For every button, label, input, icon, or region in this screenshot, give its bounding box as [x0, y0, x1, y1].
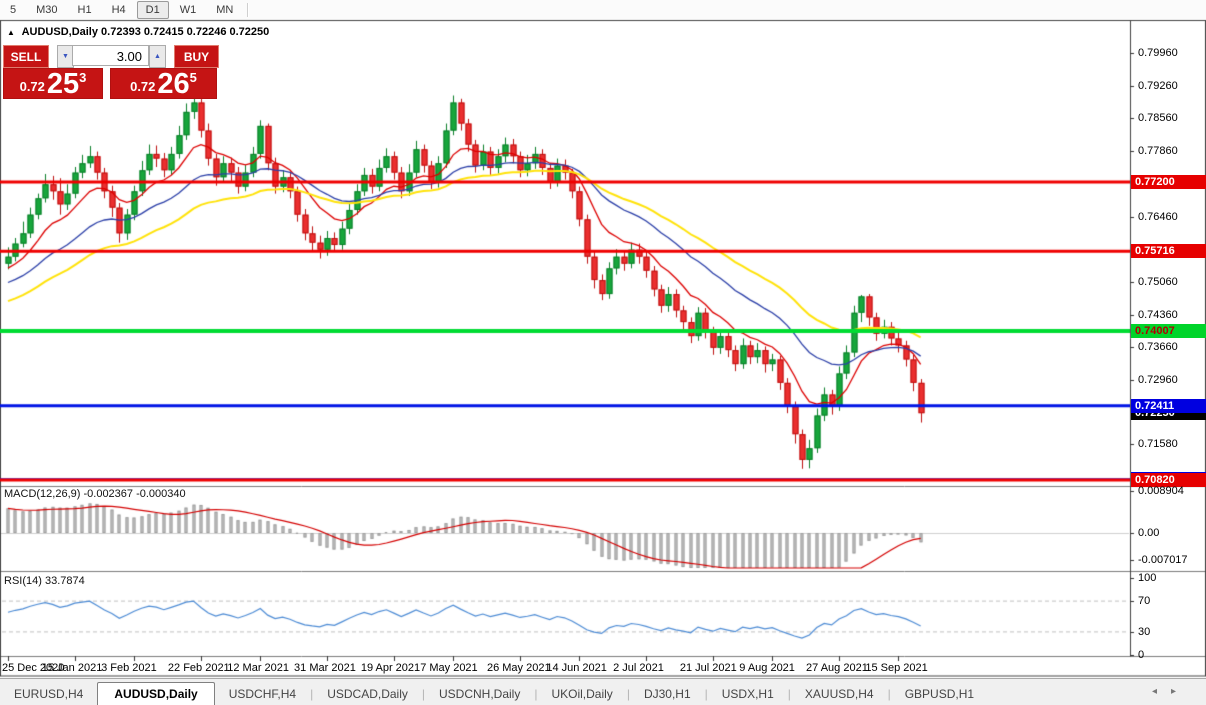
rsi-value: 33.7874 [45, 575, 85, 587]
date-axis-label: 15 Jan 2021 [42, 662, 103, 674]
price-axis-tick-label: 0.71580 [1138, 438, 1178, 450]
date-axis-label: 2 Jul 2021 [613, 662, 664, 674]
tab-ukoil-daily[interactable]: UKOil,Daily [537, 683, 626, 705]
timeframe-button-d1[interactable]: D1 [137, 1, 169, 19]
buy-price-pip: 5 [190, 70, 197, 85]
tab-gbpusd-h1[interactable]: GBPUSD,H1 [891, 683, 988, 705]
chart-tab-bar: EURUSD,H4AUDUSD,DailyUSDCHF,H4|USDCAD,Da… [0, 678, 1206, 705]
volume-input[interactable]: 3.00 [72, 45, 149, 66]
macd-axis-label: 0.00 [1138, 527, 1159, 539]
chevron-up-icon: ▲ [154, 53, 161, 60]
date-axis-label: 14 Jun 2021 [546, 662, 607, 674]
timeframe-button-h1[interactable]: H1 [69, 1, 101, 19]
price-axis-tick-label: 0.74360 [1138, 309, 1178, 321]
rsi-axis-label: 30 [1138, 626, 1150, 638]
date-axis-label: 12 Mar 2021 [227, 662, 289, 674]
tab-scroll-right-icon[interactable]: ▸ [1171, 686, 1190, 697]
price-axis-tick-label: 0.79960 [1138, 47, 1178, 59]
timeframe-button-5[interactable]: 5 [1, 1, 25, 19]
timeframe-toolbar: 5M30H1H4D1W1MN [0, 0, 1206, 19]
price-level-tag-077200: 0.77200 [1131, 175, 1206, 189]
tab-usdchf-h4[interactable]: USDCHF,H4 [215, 683, 310, 705]
date-axis-label: 19 Apr 2021 [361, 662, 420, 674]
buy-button[interactable]: BUY [174, 45, 219, 68]
trading-terminal: 5M30H1H4D1W1MN ▲ AUDUSD,Daily 0.72393 0.… [0, 0, 1206, 705]
price-axis-tick-label: 0.79260 [1138, 80, 1178, 92]
tab-dj30-h1[interactable]: DJ30,H1 [630, 683, 705, 705]
sell-price-pip: 3 [79, 70, 86, 85]
price-axis-tick-label: 0.78560 [1138, 112, 1178, 124]
date-axis-label: 31 Mar 2021 [294, 662, 356, 674]
tab-scroll-left-icon[interactable]: ◂ [1152, 686, 1171, 697]
chart-ohlc-values: 0.72393 0.72415 0.72246 0.72250 [101, 26, 269, 38]
tab-usdcnh-daily[interactable]: USDCNH,Daily [425, 683, 534, 705]
date-axis-label: 22 Feb 2021 [168, 662, 230, 674]
buy-price-prefix: 0.72 [130, 79, 155, 94]
tab-scroll-arrows: ◂▸ [1152, 686, 1190, 697]
macd-axis-label: 0.008904 [1138, 485, 1184, 497]
sell-price-main: 25 [47, 71, 79, 97]
tab-usdx-h1[interactable]: USDX,H1 [708, 683, 788, 705]
macd-label: MACD(12,26,9) -0.002367 -0.000340 [4, 488, 186, 500]
price-axis-tick-label: 0.75060 [1138, 276, 1178, 288]
price-level-tag-072411: 0.72411 [1131, 399, 1206, 413]
date-axis-label: 15 Sep 2021 [865, 662, 927, 674]
macd-axis-label: -0.007017 [1138, 554, 1188, 566]
date-axis-label: 3 Feb 2021 [101, 662, 157, 674]
rsi-axis-label: 0 [1138, 649, 1144, 661]
tab-audusd-daily[interactable]: AUDUSD,Daily [97, 682, 214, 705]
price-level-tag-074007: 0.74007 [1131, 324, 1206, 338]
rsi-axis-label: 100 [1138, 572, 1156, 584]
date-axis-label: 9 Aug 2021 [739, 662, 795, 674]
tab-eurusd-h4[interactable]: EURUSD,H4 [0, 683, 97, 705]
chart-symbol-label: AUDUSD,Daily [22, 26, 98, 38]
timeframe-button-w1[interactable]: W1 [171, 1, 206, 19]
price-axis-tick-label: 0.77860 [1138, 145, 1178, 157]
macd-values: -0.002367 -0.000340 [83, 488, 185, 500]
rsi-label: RSI(14) 33.7874 [4, 575, 85, 587]
buy-price-main: 26 [157, 71, 189, 97]
buy-price-box[interactable]: 0.72 26 5 [110, 68, 217, 99]
price-axis-tick-label: 0.76460 [1138, 211, 1178, 223]
timeframe-button-mn[interactable]: MN [207, 1, 242, 19]
date-axis-label: 21 Jul 2021 [680, 662, 737, 674]
date-axis-label: 27 Aug 2021 [806, 662, 868, 674]
toolbar-separator [247, 3, 249, 17]
sell-price-box[interactable]: 0.72 25 3 [3, 68, 103, 99]
chevron-down-icon: ▼ [62, 53, 69, 60]
timeframe-button-h4[interactable]: H4 [103, 1, 135, 19]
date-axis-label: 26 May 2021 [487, 662, 551, 674]
tab-xauusd-h4[interactable]: XAUUSD,H4 [791, 683, 888, 705]
chart-title: ▲ AUDUSD,Daily 0.72393 0.72415 0.72246 0… [7, 26, 269, 38]
timeframe-button-m30[interactable]: M30 [27, 1, 66, 19]
collapse-panel-icon[interactable]: ▲ [7, 28, 15, 37]
date-axis-label: 7 May 2021 [420, 662, 477, 674]
sell-price-prefix: 0.72 [20, 79, 45, 94]
price-axis-tick-label: 0.72960 [1138, 374, 1178, 386]
price-axis-tick-label: 0.73660 [1138, 341, 1178, 353]
tab-usdcad-daily[interactable]: USDCAD,Daily [313, 683, 422, 705]
chart-canvas[interactable] [0, 0, 1206, 705]
volume-increase-button[interactable]: ▲ [149, 45, 166, 68]
price-level-tag-075716: 0.75716 [1131, 244, 1206, 258]
rsi-axis-label: 70 [1138, 595, 1150, 607]
sell-button[interactable]: SELL [3, 45, 49, 68]
